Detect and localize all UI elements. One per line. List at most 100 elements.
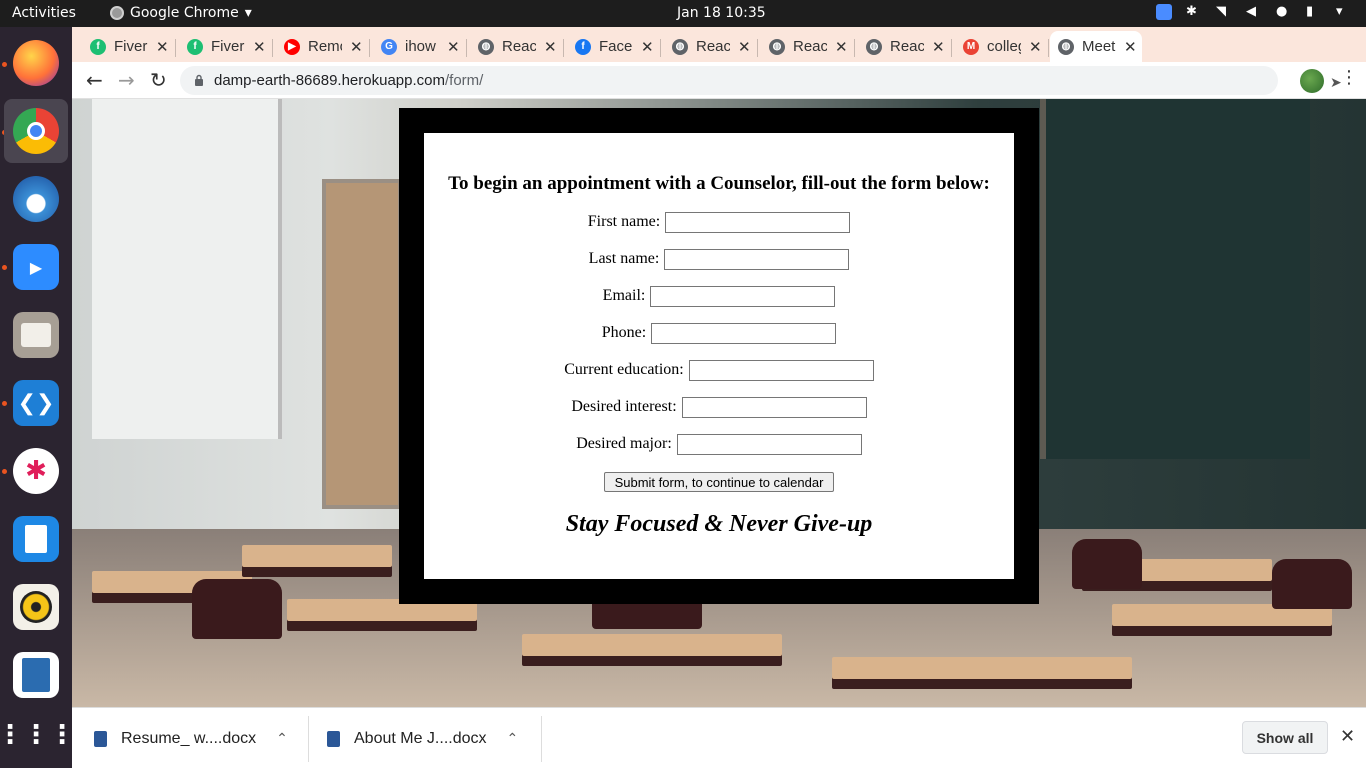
close-tab-icon[interactable]: ✕: [253, 38, 266, 56]
zoom-tray-icon[interactable]: [1156, 4, 1172, 20]
field-label: Desired major:: [576, 435, 672, 452]
dock-firefox[interactable]: [4, 31, 68, 95]
docx-file-icon: [327, 730, 340, 747]
url-text[interactable]: damp-earth-86689.herokuapp.com/form/: [214, 72, 483, 89]
download-item[interactable]: Resume_ w....docx ⌃: [94, 708, 288, 768]
dock-slack[interactable]: ✱: [4, 439, 68, 503]
address-bar[interactable]: damp-earth-86689.herokuapp.com/form/ ➤ ☆: [180, 66, 1342, 95]
back-arrow-icon[interactable]: ←: [86, 68, 103, 92]
facebook-icon: f: [575, 38, 591, 55]
browser-tab[interactable]: f Facebook ✕: [567, 31, 657, 62]
app-name: Google Chrome: [130, 5, 239, 21]
tab-label: ihow: [405, 38, 436, 55]
globe-icon: ◍: [672, 38, 688, 55]
browser-tab[interactable]: ◍ React ✕: [470, 31, 560, 62]
close-tab-icon[interactable]: ✕: [738, 38, 751, 56]
text-input-field[interactable]: [681, 396, 867, 418]
close-tab-icon[interactable]: ✕: [1029, 38, 1042, 56]
dock-vscode[interactable]: ❮❯: [4, 371, 68, 435]
gmail-icon: M: [963, 38, 979, 55]
browser-tab[interactable]: ▶ Remote ✕: [276, 31, 366, 62]
close-tab-icon[interactable]: ✕: [641, 38, 654, 56]
form-row: Current education:: [424, 359, 1014, 381]
reload-icon[interactable]: ↻: [150, 68, 167, 92]
browser-tab[interactable]: ◍ React ✕: [664, 31, 754, 62]
background-desk: [242, 545, 392, 567]
firefox-icon: [13, 40, 59, 86]
show-all-downloads-button[interactable]: Show all: [1242, 721, 1328, 754]
chevron-up-icon[interactable]: ⌃: [507, 730, 519, 747]
close-shelf-icon[interactable]: ✕: [1340, 726, 1355, 747]
profile-avatar[interactable]: [1300, 69, 1324, 93]
tab-label: React: [793, 38, 827, 55]
close-tab-icon[interactable]: ✕: [447, 38, 460, 56]
tab-separator: [854, 39, 855, 57]
fiverr-icon: f: [187, 38, 203, 55]
tab-label: Fiverr: [211, 38, 245, 55]
close-tab-icon[interactable]: ✕: [544, 38, 557, 56]
text-input-field[interactable]: [664, 248, 850, 270]
field-label: Phone:: [601, 324, 647, 341]
thunderbird-icon: [13, 176, 59, 222]
tab-separator: [466, 39, 467, 57]
battery-icon[interactable]: ▮: [1306, 4, 1322, 20]
submit-form-button[interactable]: Submit form, to continue to calendar: [604, 472, 834, 492]
close-tab-icon[interactable]: ✕: [350, 38, 363, 56]
chevron-up-icon[interactable]: ⌃: [276, 730, 288, 747]
chrome-small-icon: [110, 6, 124, 20]
forward-arrow-icon[interactable]: →: [118, 68, 135, 92]
browser-tab[interactable]: ◍ React ✕: [858, 31, 948, 62]
dock-rhythmbox[interactable]: [4, 575, 68, 639]
close-tab-icon[interactable]: ✕: [1124, 38, 1137, 56]
dock-show-apps[interactable]: ⋮⋮⋮: [0, 703, 75, 767]
close-tab-icon[interactable]: ✕: [835, 38, 848, 56]
youtube-icon: ▶: [284, 38, 300, 55]
browser-tab[interactable]: Mcollege ✕: [955, 31, 1045, 62]
files-icon: [13, 312, 59, 358]
browser-tab[interactable]: f Fiverr ✕: [82, 31, 172, 62]
text-input-field[interactable]: [665, 211, 851, 233]
form-row: Email:: [424, 285, 1014, 307]
background-desk: [832, 657, 1132, 679]
background-chalkboard: [1040, 99, 1310, 459]
kebab-menu-icon[interactable]: ⋮: [1340, 67, 1358, 88]
text-input-field[interactable]: [650, 285, 836, 307]
close-tab-icon[interactable]: ✕: [156, 38, 169, 56]
volume-icon[interactable]: ◀: [1246, 4, 1262, 20]
dock-chrome[interactable]: [4, 99, 68, 163]
activities-button[interactable]: Activities: [12, 5, 76, 21]
field-label: Email:: [602, 287, 646, 304]
dock-whiteboard[interactable]: [4, 507, 68, 571]
dock-writer[interactable]: [4, 643, 68, 707]
tab-separator: [660, 39, 661, 57]
text-input-field[interactable]: [651, 322, 837, 344]
form-row: Last name:: [424, 248, 1014, 270]
field-label: First name:: [587, 213, 661, 230]
browser-tab[interactable]: f Fiverr ✕: [179, 31, 269, 62]
browser-tab[interactable]: Gihow ✕: [373, 31, 463, 62]
text-input-field[interactable]: [688, 359, 874, 381]
text-input-field[interactable]: [676, 433, 862, 455]
field-label: Desired interest:: [571, 398, 677, 415]
system-menu-caret-icon[interactable]: ▾: [1336, 4, 1352, 20]
browser-toolbar: ← → ↻ damp-earth-86689.herokuapp.com/for…: [72, 62, 1366, 99]
lock-icon[interactable]: [194, 74, 204, 86]
form-row: Phone:: [424, 322, 1014, 344]
dock-zoom[interactable]: ▶: [4, 235, 68, 299]
download-item[interactable]: About Me J....docx ⌃: [327, 708, 518, 768]
whiteboard-icon: [13, 516, 59, 562]
dock-thunderbird[interactable]: [4, 167, 68, 231]
app-menu[interactable]: Google Chrome ▾: [110, 5, 252, 21]
wifi-icon[interactable]: ◥: [1216, 4, 1232, 20]
close-tab-icon[interactable]: ✕: [932, 38, 945, 56]
dock-files[interactable]: [4, 303, 68, 367]
slack-icon: ✱: [13, 448, 59, 494]
tab-separator: [272, 39, 273, 57]
browser-tab[interactable]: ◍ React ✕: [761, 31, 851, 62]
slack-tray-icon[interactable]: ✱: [1186, 4, 1202, 20]
form-row: First name:: [424, 211, 1014, 233]
clock[interactable]: Jan 18 10:35: [677, 5, 766, 21]
system-tray[interactable]: ✱ ◥ ◀ ● ▮ ▾: [1156, 4, 1352, 20]
browser-tab[interactable]: ◍ Meet ✕: [1050, 31, 1142, 62]
microphone-icon[interactable]: ●: [1276, 4, 1292, 20]
